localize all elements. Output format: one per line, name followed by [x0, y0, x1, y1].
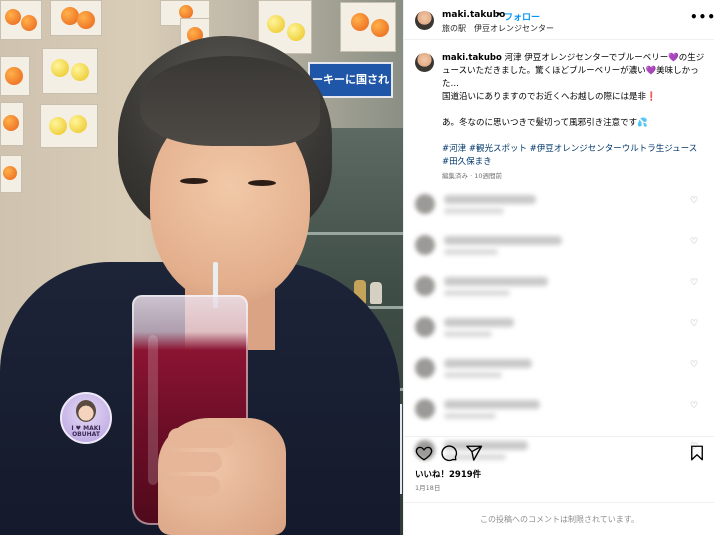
comment-avatar[interactable] [415, 194, 435, 214]
more-horizontal-icon[interactable]: ••• [690, 10, 714, 24]
left-eye [180, 178, 208, 184]
comment-heart-icon[interactable]: ♡ [690, 319, 700, 329]
like-count[interactable]: いいね！2919件 [415, 468, 481, 480]
comment-item[interactable]: ♡ [404, 352, 714, 390]
comment-item[interactable]: ♡ [404, 393, 714, 431]
comment-avatar[interactable] [415, 358, 435, 378]
separator-dot: • [496, 10, 502, 20]
comment-text [444, 359, 532, 368]
post-caption: maki.takubo 河津 伊豆オレンジセンターでブルーベリー💜の生ジュースい… [442, 52, 705, 169]
comment-text [444, 277, 548, 286]
fruit-poster [42, 48, 98, 94]
heart-icon[interactable] [415, 444, 433, 462]
comment-text [444, 400, 540, 409]
comment-item[interactable]: ♡ [404, 311, 714, 349]
caption-body: 河津 伊豆オレンジセンターでブルーベリー💜の生ジュースいただきました。驚くほどブ… [442, 53, 705, 128]
comment-meta [444, 372, 502, 378]
comment-meta [444, 208, 504, 214]
post-side-panel: maki.takubo • フォロー 旅の駅 伊豆オレンジセンター ••• ma… [403, 0, 714, 535]
bookmark-icon[interactable] [688, 444, 706, 462]
caption-meta: 編集済み · 10週間前 [442, 172, 502, 180]
comment-heart-icon[interactable]: ♡ [690, 401, 700, 411]
post-date[interactable]: 1月18日 [415, 482, 440, 492]
comment-heart-icon[interactable]: ♡ [690, 278, 700, 288]
comment-avatar[interactable] [415, 399, 435, 419]
fruit-poster [0, 0, 42, 40]
comment-text [444, 236, 562, 245]
action-bar [404, 436, 714, 466]
comment-text [444, 318, 514, 327]
finger [168, 428, 234, 448]
finger [162, 476, 220, 496]
fruit-poster [40, 104, 98, 148]
send-icon[interactable] [465, 444, 483, 462]
post-header: maki.takubo • フォロー 旅の駅 伊豆オレンジセンター ••• [404, 0, 714, 40]
fruit-poster [340, 2, 396, 52]
comment-item[interactable]: ♡ [404, 229, 714, 267]
badge-text: I ♥ MAKI OBUHAT [71, 425, 101, 438]
fruit-poster [0, 102, 24, 146]
comment-meta [444, 249, 498, 255]
name-badge: I ♥ MAKI OBUHAT [60, 392, 112, 444]
comment-avatar[interactable] [415, 276, 435, 296]
comment-heart-icon[interactable]: ♡ [690, 237, 700, 247]
right-eye [248, 180, 276, 186]
finger [160, 452, 222, 472]
comment-avatar[interactable] [415, 317, 435, 337]
bangs [140, 56, 320, 146]
fruit-poster [50, 0, 102, 36]
comment-icon[interactable] [440, 444, 458, 462]
comment-meta [444, 290, 510, 296]
comment-text [444, 195, 536, 204]
caption-username[interactable]: maki.takubo [442, 53, 502, 63]
comment-item[interactable]: ♡ [404, 270, 714, 308]
comment-item[interactable]: ♡ [404, 188, 714, 226]
comment-meta [444, 331, 492, 337]
comment-avatar[interactable] [415, 235, 435, 255]
comments-closed-notice: この投稿へのコメントは制限されています。 [404, 502, 714, 535]
comment-meta [444, 413, 496, 419]
avatar[interactable] [415, 11, 434, 30]
follow-button[interactable]: フォロー [504, 10, 540, 23]
post-photo[interactable]: ーキーに国され I ♥ MAKI OBUHAT [0, 0, 403, 535]
fruit-poster [0, 155, 22, 193]
fruit-poster [0, 56, 30, 96]
comment-heart-icon[interactable]: ♡ [690, 360, 700, 370]
caption-avatar[interactable] [415, 53, 434, 72]
comment-heart-icon[interactable]: ♡ [690, 196, 700, 206]
caption-hashtags[interactable]: #河津 #観光スポット #伊豆オレンジセンターウルトラ生ジュース #田久保まき [442, 143, 705, 169]
location-link[interactable]: 旅の駅 伊豆オレンジセンター [442, 23, 554, 34]
